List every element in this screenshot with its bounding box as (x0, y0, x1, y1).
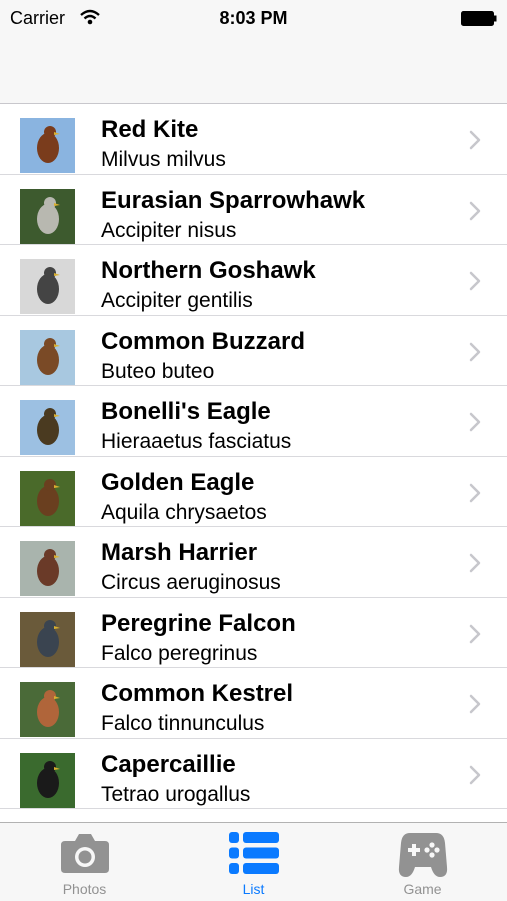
gamepad-icon (398, 831, 448, 884)
status-bar: Carrier 8:03 PM (0, 0, 507, 38)
bird-name: Peregrine Falcon (101, 609, 296, 637)
tab-game[interactable]: Game (338, 823, 507, 901)
bird-thumbnail (20, 611, 75, 667)
chevron-right-icon (469, 624, 481, 644)
bird-latin-name: Accipiter nisus (101, 218, 237, 242)
bird-name: Golden Eagle (101, 468, 255, 496)
bird-name: Common Buzzard (101, 327, 305, 355)
list-item[interactable]: Capercaillie Tetrao urogallus (0, 739, 507, 809)
bird-latin-name: Buteo buteo (101, 359, 215, 383)
tab-label: Game (403, 881, 442, 897)
bird-thumbnail (20, 259, 75, 314)
chevron-right-icon (469, 765, 481, 785)
bird-latin-name: Milvus milvus (101, 148, 226, 171)
bird-list[interactable]: Red Kite Milvus milvus Eurasian Sparrowhaw… (0, 104, 507, 822)
bird-name: Red Kite (101, 116, 199, 143)
bird-thumbnail (20, 470, 75, 526)
list-item[interactable]: Black GrouseLyrurus tetrix (0, 809, 507, 822)
bird-latin-name: Hieraaetus fasciatus (101, 430, 292, 453)
list-icon (228, 831, 280, 880)
bird-name: Bonelli's Eagle (101, 398, 271, 425)
status-time: 8:03 PM (219, 8, 288, 28)
chevron-right-icon (469, 553, 481, 573)
camera-icon (59, 831, 111, 880)
list-item[interactable]: Eurasian Sparrowhawk Accipiter nisus (0, 175, 507, 245)
chevron-right-icon (469, 483, 481, 503)
bird-name: Eurasian Sparrowhawk (101, 186, 366, 214)
bird-name: Marsh Harrier (101, 539, 258, 566)
bird-latin-name: Falco peregrinus (101, 641, 258, 665)
chevron-right-icon (469, 694, 481, 714)
list-item[interactable]: Common Kestrel Falco tinnunculus (0, 668, 507, 739)
bird-thumbnail (20, 329, 75, 385)
bird-thumbnail (20, 682, 75, 737)
chevron-right-icon (469, 130, 481, 150)
bird-thumbnail (20, 400, 75, 455)
tab-list[interactable]: List (169, 823, 338, 901)
bird-thumbnail (20, 752, 75, 808)
bird-name: Capercaillie (101, 750, 236, 778)
bird-thumbnail (20, 541, 75, 596)
bird-latin-name: Accipiter gentilis (101, 289, 253, 312)
chevron-right-icon (469, 342, 481, 362)
chevron-right-icon (469, 271, 481, 291)
chevron-right-icon (469, 201, 481, 221)
bird-name: Common Kestrel (101, 680, 294, 707)
bird-name: Northern Goshawk (101, 257, 316, 284)
bird-latin-name: Aquila chrysaetos (101, 500, 267, 524)
bird-latin-name: Tetrao urogallus (101, 782, 251, 806)
tab-photos[interactable]: Photos (0, 823, 169, 901)
list-item[interactable]: Common Buzzard Buteo buteo (0, 316, 507, 386)
battery-icon (461, 11, 497, 26)
list-item[interactable]: Bonelli's Eagle Hieraaetus fasciatus (0, 386, 507, 457)
list-item[interactable]: Golden Eagle Aquila chrysaetos (0, 457, 507, 527)
list-item[interactable]: Peregrine Falcon Falco peregrinus (0, 598, 507, 668)
bird-latin-name: Circus aeruginosus (101, 571, 281, 594)
tab-label: List (242, 881, 265, 897)
bird-thumbnail (20, 188, 75, 244)
list-item[interactable]: Marsh Harrier Circus aeruginosus (0, 527, 507, 598)
tab-bar: Photos List Game (0, 822, 507, 901)
navigation-bar (0, 38, 507, 104)
tab-label: Photos (62, 881, 107, 897)
bird-thumbnail (20, 118, 75, 173)
bird-latin-name: Falco tinnunculus (101, 712, 265, 735)
list-item[interactable]: Northern Goshawk Accipiter gentilis (0, 245, 507, 316)
list-item[interactable]: Red Kite Milvus milvus (0, 104, 507, 175)
chevron-right-icon (469, 412, 481, 432)
